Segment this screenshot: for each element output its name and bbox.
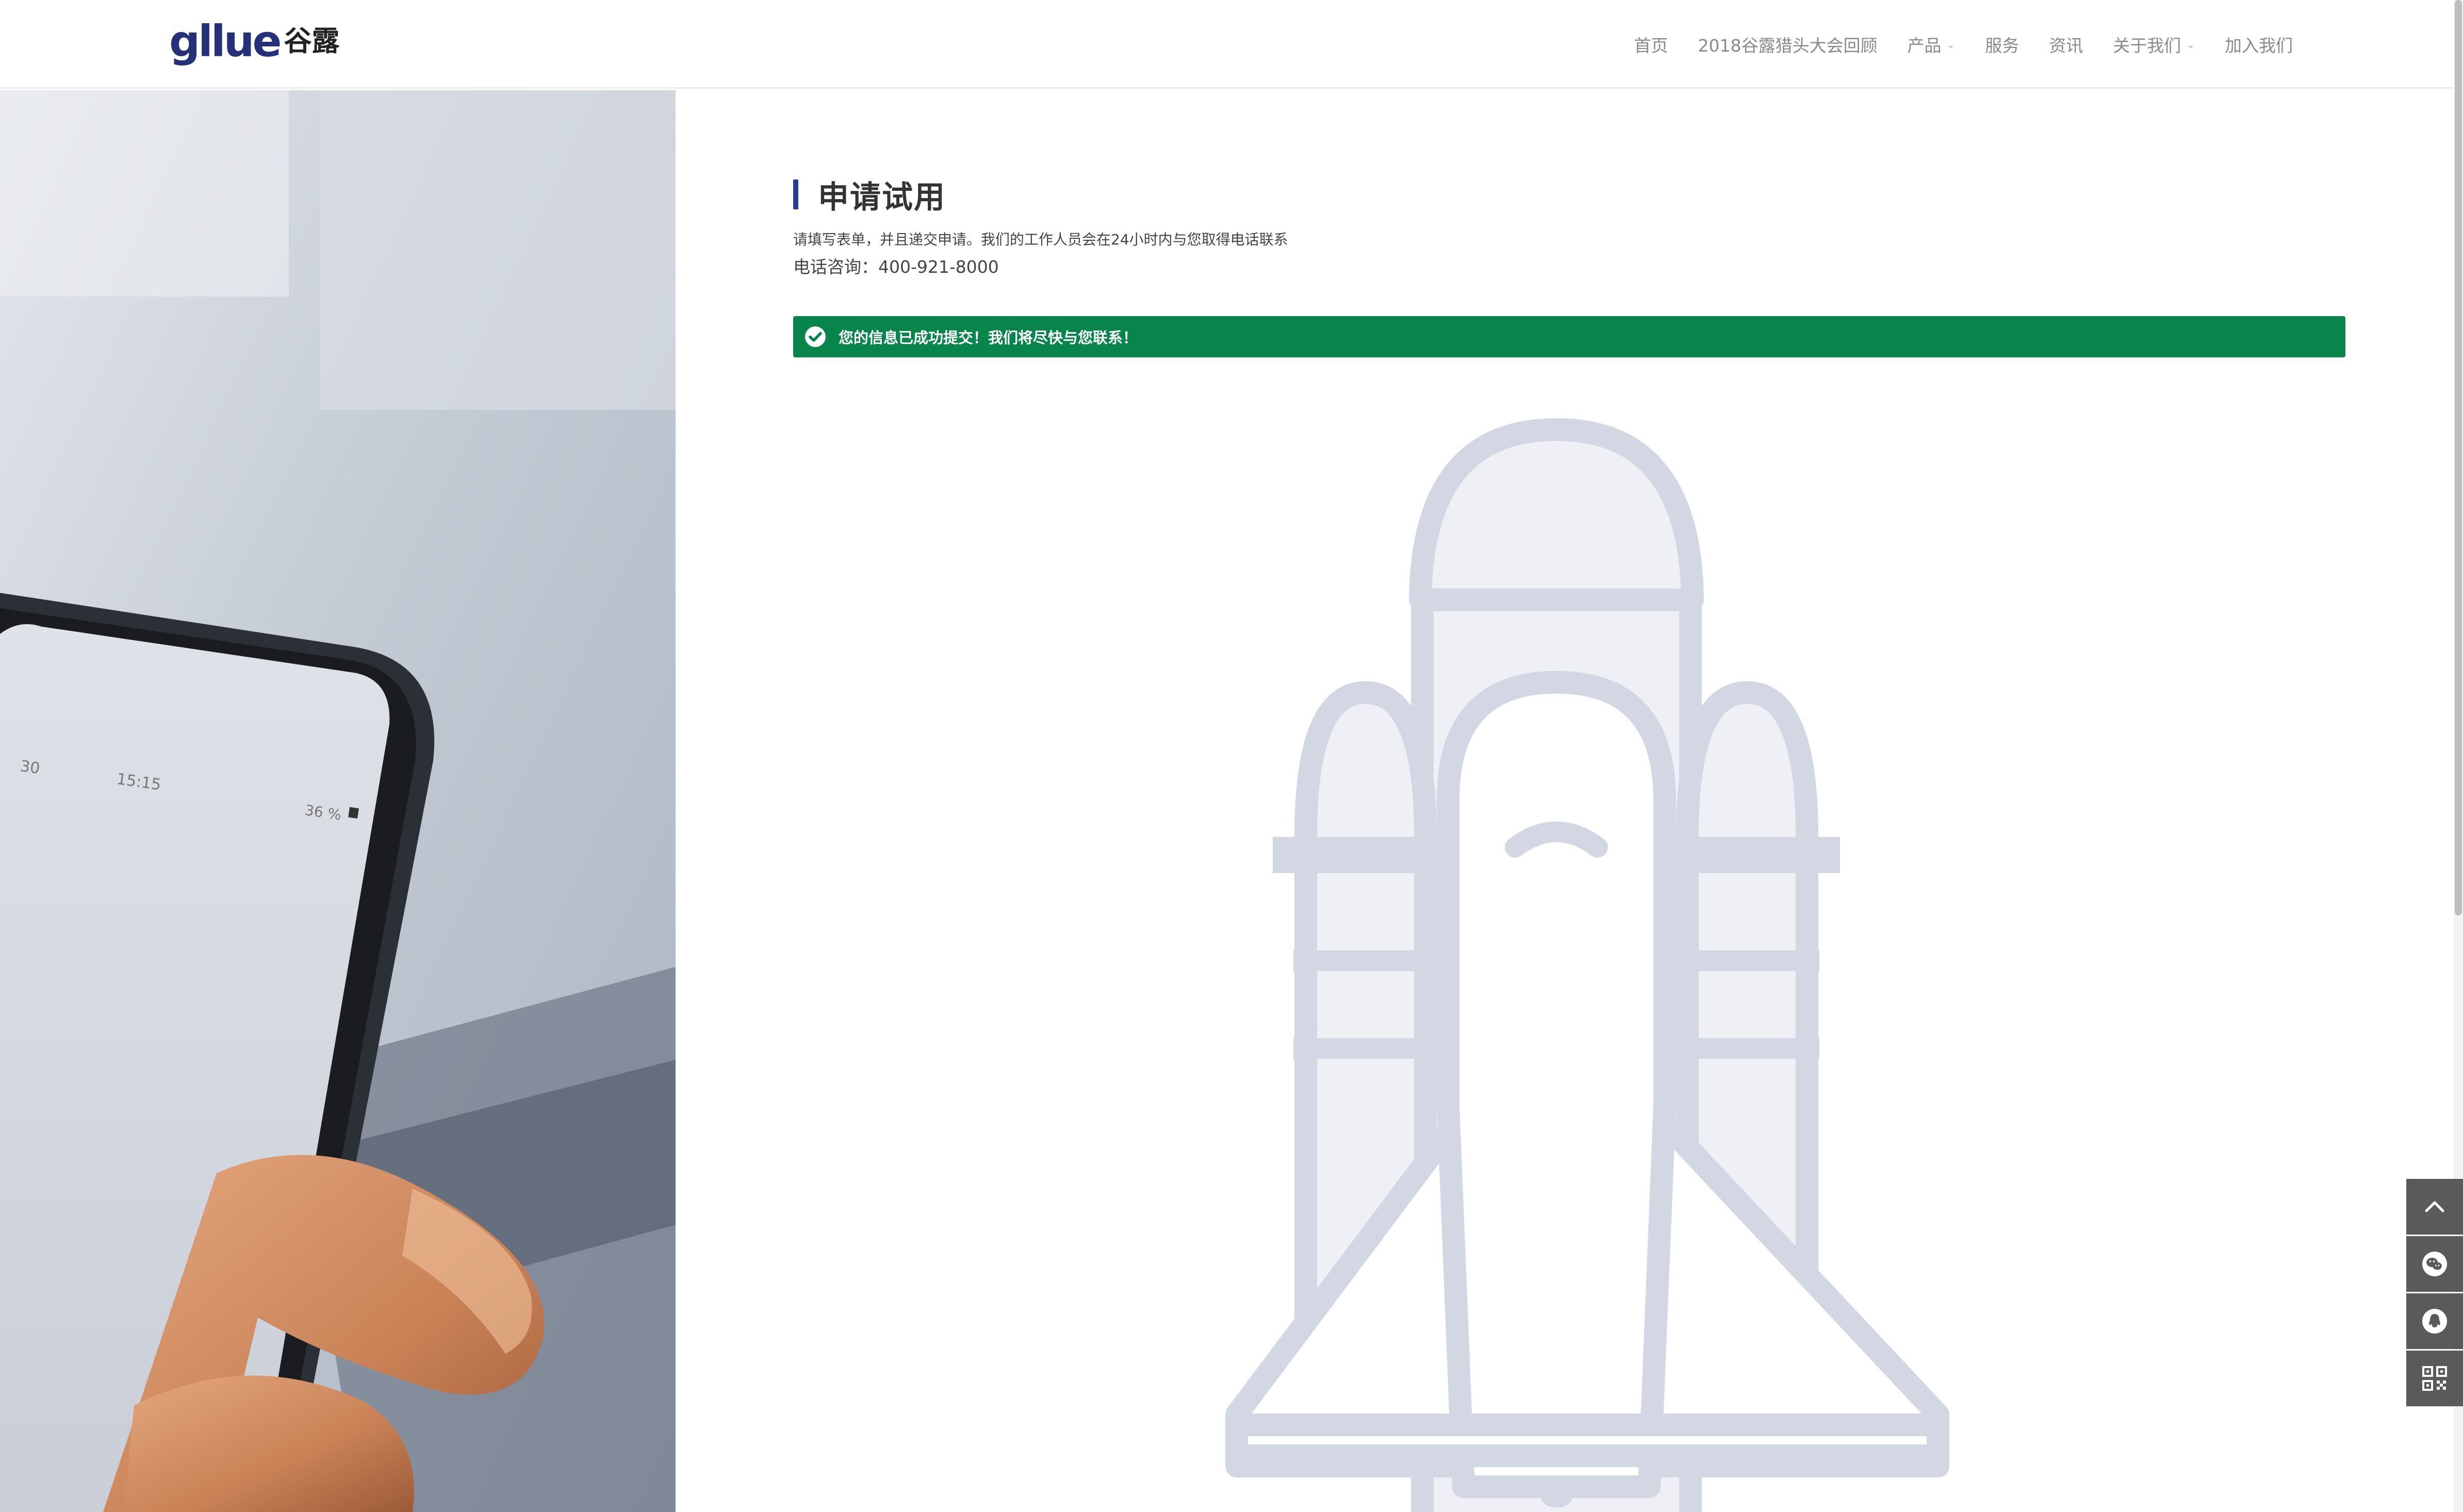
nav-item-label: 加入我们: [2225, 36, 2293, 56]
rocket-illustration: [1225, 418, 1949, 1512]
page-title: 申请试用: [818, 179, 946, 216]
chevron-up-icon: [2425, 1201, 2444, 1212]
nav-item-conference-review[interactable]: 2018谷露猎头大会回顾: [1698, 32, 1877, 57]
site-header: gllue 谷露 首页 2018谷露猎头大会回顾 产品 ⌄ 服务 资讯 关于我们…: [0, 0, 2454, 89]
intro-text: 请填写表单，并且递交申请。我们的工作人员会在24小时内与您取得电话联系: [793, 231, 1288, 248]
logo-text-zh: 谷露: [284, 25, 340, 57]
nav-item-label: 产品: [1907, 36, 1942, 56]
nav-item-label: 关于我们: [2113, 36, 2181, 56]
hand-holding-phone-illustration: 30 15:15 36 %: [0, 90, 676, 1512]
chevron-down-icon: ⌄: [1946, 38, 1956, 51]
nav-item-label: 资讯: [2049, 36, 2083, 56]
page: gllue 谷露 首页 2018谷露猎头大会回顾 产品 ⌄ 服务 资讯 关于我们…: [0, 0, 2463, 1512]
qr-code-button[interactable]: [2406, 1351, 2463, 1406]
nav-item-label: 服务: [1985, 36, 2019, 56]
nav-item-join[interactable]: 加入我们: [2225, 32, 2293, 57]
phone-label: 电话咨询：: [793, 257, 878, 277]
title-accent-bar: [793, 179, 798, 209]
chevron-down-icon: ⌄: [2186, 38, 2195, 51]
nav-item-home[interactable]: 首页: [1634, 32, 1668, 57]
back-to-top-button[interactable]: [2406, 1179, 2463, 1235]
scrollbar-thumb[interactable]: [2455, 0, 2462, 915]
floating-side-toolbar: [2406, 1179, 2463, 1408]
check-circle-icon: [805, 326, 826, 347]
nav-item-news[interactable]: 资讯: [2049, 32, 2083, 57]
qq-icon: [2422, 1309, 2447, 1334]
wechat-icon: [2422, 1252, 2447, 1276]
logo-text-en: gllue: [169, 16, 282, 67]
phone-status-carrier: 30: [19, 757, 41, 778]
nav-item-services[interactable]: 服务: [1985, 32, 2019, 57]
qq-button[interactable]: [2406, 1293, 2463, 1349]
content-area: 申请试用 请填写表单，并且递交申请。我们的工作人员会在24小时内与您取得电话联系…: [793, 90, 2345, 1512]
main-nav: 首页 2018谷露猎头大会回顾 产品 ⌄ 服务 资讯 关于我们 ⌄ 加入我们: [1604, 0, 2293, 89]
alert-message: 您的信息已成功提交！我们将尽快与您联系！: [839, 329, 1138, 347]
wechat-button[interactable]: [2406, 1236, 2463, 1292]
logo[interactable]: gllue 谷露: [169, 15, 340, 67]
nav-item-label: 2018谷露猎头大会回顾: [1698, 36, 1878, 56]
qr-code-icon: [2422, 1366, 2447, 1391]
nav-item-products[interactable]: 产品 ⌄: [1907, 32, 1955, 57]
phone-number[interactable]: 400-921-8000: [878, 257, 999, 277]
phone-consult: 电话咨询：400-921-8000: [793, 253, 999, 278]
nav-item-label: 首页: [1634, 36, 1668, 56]
hero-photo: 30 15:15 36 %: [0, 90, 676, 1512]
nav-item-about[interactable]: 关于我们 ⌄: [2113, 32, 2195, 57]
success-alert: 您的信息已成功提交！我们将尽快与您联系！: [793, 316, 2345, 357]
title-row: 申请试用: [793, 174, 946, 216]
